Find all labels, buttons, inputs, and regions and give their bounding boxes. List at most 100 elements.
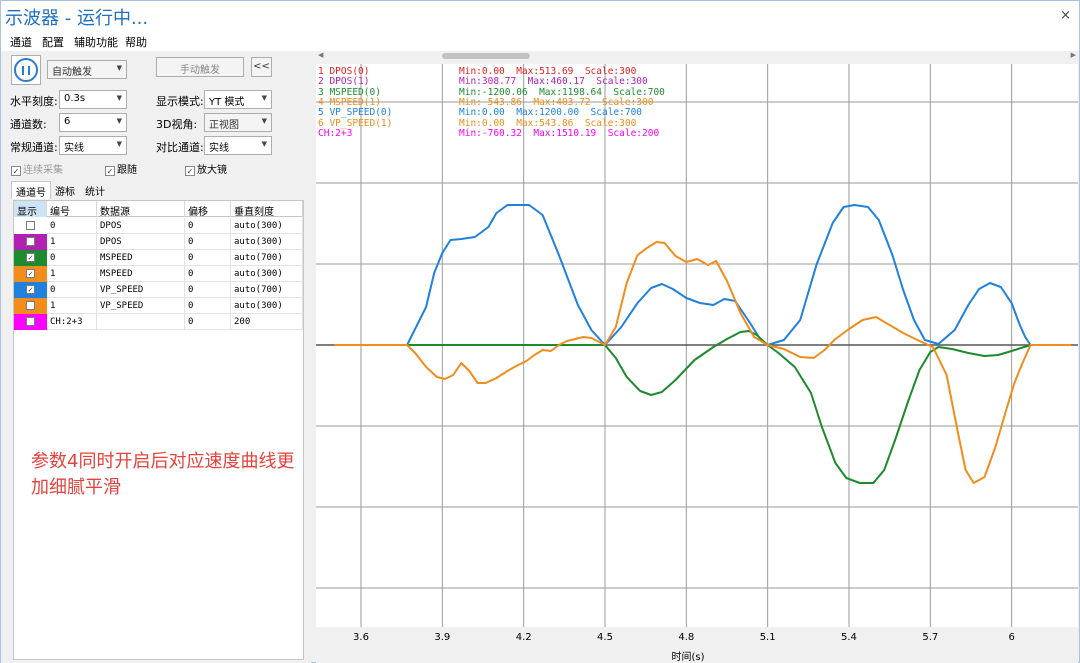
tab-stats[interactable]: 统计 xyxy=(81,181,109,199)
panel-tabs: 通道号 游标 统计 xyxy=(11,181,307,199)
h-scale-select[interactable]: 0.3s ▼ xyxy=(59,90,127,109)
cell-source: VP_SPEED xyxy=(97,298,185,314)
plot-area[interactable]: 1 DPOS(0) Min:0.00 Max:513.69 Scale:300 2 … xyxy=(316,64,1078,627)
view3d-select[interactable]: 正视图 ▼ xyxy=(204,113,272,132)
manual-trigger-button[interactable]: 手动触发 xyxy=(156,57,244,77)
cell-num: 0 xyxy=(47,218,97,234)
table-row[interactable]: 1 VP_SPEED 0 auto(300) xyxy=(14,298,303,314)
scrollbar-thumb[interactable] xyxy=(442,53,530,59)
header-show[interactable]: 显示 xyxy=(14,201,47,218)
view3d-value: 正视图 xyxy=(209,120,239,131)
series-line xyxy=(333,330,1072,484)
view3d-label: 3D视角: xyxy=(156,118,198,131)
cell-offset: 0 xyxy=(185,314,231,330)
cell-source: DPOS xyxy=(97,234,185,250)
show-checkbox[interactable] xyxy=(26,221,35,230)
close-icon[interactable]: × xyxy=(1060,8,1071,23)
trigger-mode-value: 自动触发 xyxy=(52,67,92,78)
chevron-down-icon: ▼ xyxy=(116,64,122,72)
header-num[interactable]: 编号 xyxy=(47,201,97,218)
channel-color-swatch[interactable]: ✓ xyxy=(14,266,47,282)
check-icon: ✓ xyxy=(185,166,195,176)
check-icon: ✓ xyxy=(105,166,115,176)
follow-label: 跟随 xyxy=(117,165,137,176)
channel-color-swatch[interactable] xyxy=(14,218,47,234)
show-checkbox[interactable]: ✓ xyxy=(26,285,35,294)
table-row[interactable]: CH:2+3 0 200 xyxy=(14,314,303,330)
display-mode-select[interactable]: YT 模式 ▼ xyxy=(204,90,272,109)
cell-scale: auto(700) xyxy=(231,250,303,266)
scope-area: ◀ ▶ 1 DPOS(0) Min:0.00 Max:513.69 Scale:3… xyxy=(316,51,1078,663)
show-checkbox[interactable] xyxy=(26,317,35,326)
show-checkbox[interactable] xyxy=(26,301,35,310)
x-axis: 3.6 3.9 4.2 4.5 4.8 5.1 5.4 5.7 6 时间(s) xyxy=(316,627,1078,663)
normal-channel-label: 常规通道: xyxy=(10,141,58,154)
table-row[interactable]: 0 DPOS 0 auto(300) xyxy=(14,218,303,234)
horizontal-scrollbar[interactable]: ◀ ▶ xyxy=(316,51,1078,61)
cell-num: 0 xyxy=(47,282,97,298)
cell-num: CH:2+3 xyxy=(47,314,97,330)
scroll-right-icon[interactable]: ▶ xyxy=(1071,51,1076,59)
display-mode-value: YT 模式 xyxy=(209,97,245,108)
oscilloscope-window: 示波器 - 运行中... × 通道 配置 辅助功能 帮助 自动触发 ▼ 手动触发… xyxy=(0,0,1080,663)
follow-checkbox[interactable]: ✓ 跟随 xyxy=(105,161,137,176)
scroll-left-icon[interactable]: ◀ xyxy=(318,51,323,59)
cell-scale: auto(300) xyxy=(231,234,303,250)
table-row[interactable]: ✓ 0 VP_SPEED 0 auto(700) xyxy=(14,282,303,298)
normal-channel-select[interactable]: 实线 ▼ xyxy=(59,136,127,155)
cell-offset: 0 xyxy=(185,266,231,282)
series-line xyxy=(333,241,1072,484)
pause-button[interactable] xyxy=(11,55,41,85)
table-row[interactable]: ✓ 1 MSPEED 0 auto(300) xyxy=(14,266,303,282)
x-tick-label: 4.8 xyxy=(678,632,695,643)
channel-info-name: CH:2+3 xyxy=(318,127,353,139)
x-tick-label: 5.1 xyxy=(759,632,776,643)
collapse-button[interactable]: << xyxy=(251,57,272,77)
display-mode-label: 显示模式: xyxy=(156,95,204,108)
table-header: 显示 编号 数据源 偏移 垂直刻度 xyxy=(14,201,303,218)
chevron-down-icon: ▼ xyxy=(261,117,267,125)
cell-source: MSPEED xyxy=(97,250,185,266)
channel-info-stats: Min:-760.32 Max:1510.19 Scale:200 xyxy=(459,127,660,139)
menu-config[interactable]: 配置 xyxy=(42,34,64,50)
continuous-checkbox[interactable]: ✓ 连续采集 xyxy=(11,161,63,176)
magnifier-checkbox[interactable]: ✓ 放大镜 xyxy=(185,161,227,176)
channel-count-label: 通道数: xyxy=(10,118,47,131)
show-checkbox[interactable] xyxy=(26,237,35,246)
table-row[interactable]: ✓ 0 MSPEED 0 auto(700) xyxy=(14,250,303,266)
cell-offset: 0 xyxy=(185,298,231,314)
x-tick-label: 6 xyxy=(1008,632,1015,643)
chevron-down-icon: ▼ xyxy=(261,140,267,148)
h-scale-value: 0.3s xyxy=(64,93,86,104)
tab-channel[interactable]: 通道号 xyxy=(11,181,51,199)
header-source[interactable]: 数据源 xyxy=(97,201,185,218)
h-scale-label: 水平刻度: xyxy=(10,95,58,108)
cell-scale: auto(700) xyxy=(231,282,303,298)
tab-cursor[interactable]: 游标 xyxy=(51,181,79,199)
x-tick-label: 4.5 xyxy=(597,632,613,643)
channel-color-swatch[interactable]: ✓ xyxy=(14,282,47,298)
menu-tools[interactable]: 辅助功能 xyxy=(74,34,118,50)
cell-scale: auto(300) xyxy=(231,218,303,234)
channel-color-swatch[interactable] xyxy=(14,234,47,250)
menu-help[interactable]: 帮助 xyxy=(125,34,147,50)
channel-count-select[interactable]: 6 ▼ xyxy=(59,113,127,132)
cell-scale: auto(300) xyxy=(231,266,303,282)
channel-color-swatch[interactable] xyxy=(14,314,47,330)
compare-channel-select[interactable]: 实线 ▼ xyxy=(204,136,272,155)
x-tick-label: 3.6 xyxy=(353,632,369,643)
table-row[interactable]: 1 DPOS 0 auto(300) xyxy=(14,234,303,250)
trigger-mode-select[interactable]: 自动触发 ▼ xyxy=(47,60,127,79)
header-offset[interactable]: 偏移 xyxy=(185,201,231,218)
header-scale[interactable]: 垂直刻度 xyxy=(231,201,303,218)
chevron-down-icon: ▼ xyxy=(261,94,267,102)
x-tick-label: 5.7 xyxy=(922,632,939,643)
channel-color-swatch[interactable] xyxy=(14,298,47,314)
show-checkbox[interactable]: ✓ xyxy=(26,269,35,278)
check-icon: ✓ xyxy=(11,166,21,176)
show-checkbox[interactable]: ✓ xyxy=(26,253,35,262)
channel-color-swatch[interactable]: ✓ xyxy=(14,250,47,266)
window-title: 示波器 - 运行中... xyxy=(5,8,149,29)
x-axis-label: 时间(s) xyxy=(671,652,705,663)
menu-channel[interactable]: 通道 xyxy=(10,34,32,50)
